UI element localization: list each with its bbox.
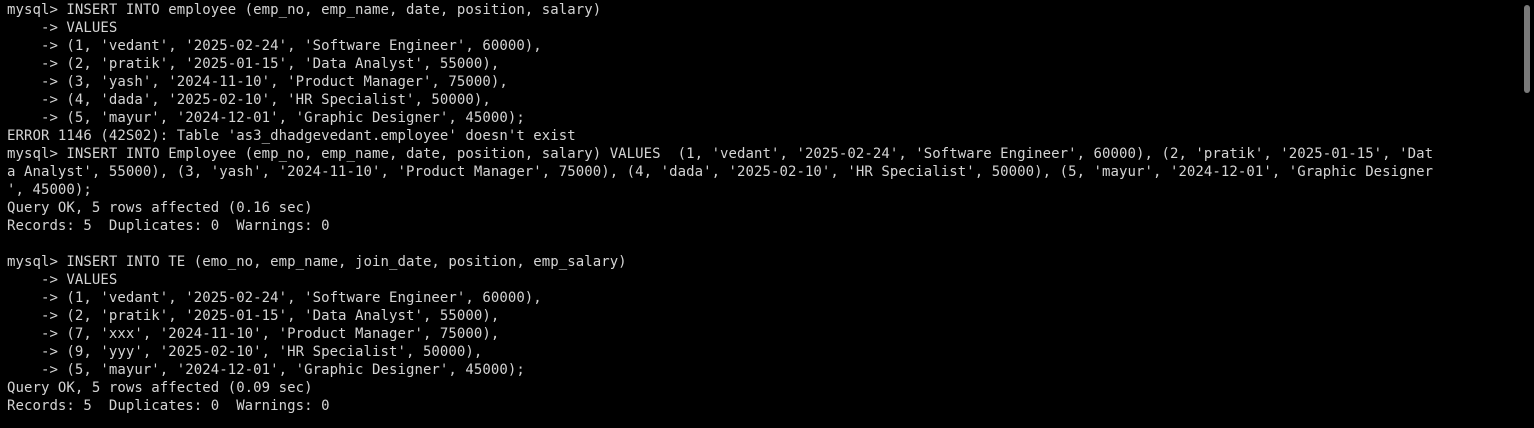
terminal-line: -> (1, 'vedant', '2025-02-24', 'Software… [7,290,542,306]
scrollbar-thumb[interactable] [1524,5,1530,93]
terminal-line: -> (4, 'dada', '2025-02-10', 'HR Special… [7,92,491,108]
terminal-line: -> (9, 'yyy', '2025-02-10', 'HR Speciali… [7,344,483,360]
terminal-window[interactable]: mysql> INSERT INTO employee (emp_no, emp… [0,0,1534,428]
terminal-line: -> (1, 'vedant', '2025-02-24', 'Software… [7,38,542,54]
terminal-line: -> VALUES [7,20,118,36]
vertical-scrollbar[interactable] [1520,0,1534,428]
terminal-line: mysql> INSERT INTO TE (emo_no, emp_name,… [7,254,627,270]
terminal-line: -> VALUES [7,272,118,288]
terminal-output: mysql> INSERT INTO employee (emp_no, emp… [7,1,1518,415]
terminal-result-line: Records: 5 Duplicates: 0 Warnings: 0 [7,398,330,414]
terminal-line: -> (7, 'xxx', '2024-11-10', 'Product Man… [7,326,500,342]
terminal-error-line: ERROR 1146 (42S02): Table 'as3_dhadgeved… [7,128,576,144]
terminal-line: -> (2, 'pratik', '2025-01-15', 'Data Ana… [7,308,500,324]
terminal-line: -> (3, 'yash', '2024-11-10', 'Product Ma… [7,74,508,90]
terminal-result-line: Query OK, 5 rows affected (0.16 sec) [7,200,313,216]
terminal-line: ', 45000); [7,182,92,198]
terminal-line: -> (2, 'pratik', '2025-01-15', 'Data Ana… [7,56,500,72]
terminal-line: mysql> INSERT INTO employee (emp_no, emp… [7,2,602,18]
terminal-line: a Analyst', 55000), (3, 'yash', '2024-11… [7,164,1434,180]
terminal-line: -> (5, 'mayur', '2024-12-01', 'Graphic D… [7,110,525,126]
terminal-line: mysql> INSERT INTO Employee (emp_no, emp… [7,146,1434,162]
terminal-result-line: Query OK, 5 rows affected (0.09 sec) [7,380,313,396]
terminal-result-line: Records: 5 Duplicates: 0 Warnings: 0 [7,218,330,234]
terminal-line: -> (5, 'mayur', '2024-12-01', 'Graphic D… [7,362,525,378]
